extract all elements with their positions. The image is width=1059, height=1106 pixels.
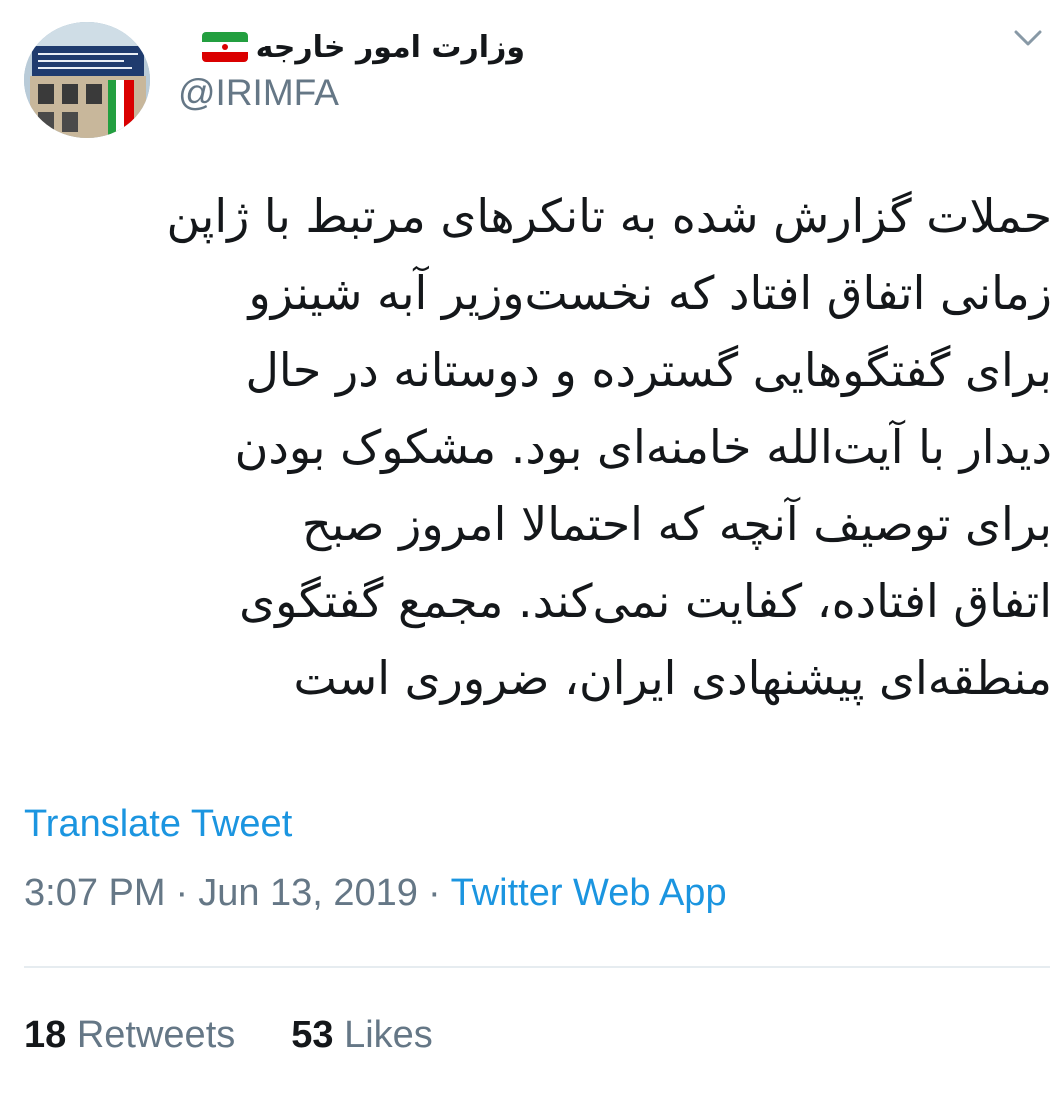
tweet-source-link[interactable]: Twitter Web App [451, 872, 727, 914]
tweet-line: دیدار با آیت‌الله خامنه‌ای بود. مشکوک بو… [234, 420, 1052, 474]
tweet-line: حملات گزارش شده به تانکرهای مرتبط با ژاپ… [166, 189, 1053, 243]
avatar-image [24, 22, 150, 138]
tweet-date[interactable]: Jun 13, 2019 [198, 872, 418, 914]
tweet-metadata: 3:07 PM · Jun 13, 2019 · Twitter Web App [24, 872, 727, 915]
divider [24, 966, 1050, 968]
avatar[interactable] [24, 22, 150, 138]
tweet-text: حملات گزارش شده به تانکرهای مرتبط با ژاپ… [22, 178, 1053, 717]
account-name-row[interactable]: وزارت امور خارجه [201, 22, 525, 72]
tweet-line: برای توصیف آنچه که احتمالا امروز صبح [301, 497, 1052, 551]
likes-label: Likes [344, 1014, 433, 1056]
tweet-line: اتفاق افتاده، کفایت نمی‌کند. مجمع گفتگوی [239, 574, 1052, 628]
retweets-stat[interactable]: 18 Retweets [24, 1014, 235, 1057]
tweet-time[interactable]: 3:07 PM [24, 872, 166, 914]
retweets-count: 18 [24, 1014, 67, 1056]
iran-flag-icon [201, 32, 248, 62]
likes-count: 53 [291, 1014, 334, 1056]
likes-stat[interactable]: 53 Likes [291, 1014, 433, 1057]
meta-separator: · [427, 872, 441, 914]
retweets-label: Retweets [76, 1014, 236, 1056]
meta-separator: · [175, 872, 189, 914]
account-handle[interactable]: @IRIMFA [178, 72, 339, 114]
translate-tweet-link[interactable]: Translate Tweet [24, 803, 292, 846]
tweet-stats: 18 Retweets 53 Likes [24, 1014, 433, 1057]
display-name[interactable]: وزارت امور خارجه [256, 30, 525, 65]
tweet-line: برای گفتگوهایی گسترده و دوستانه در حال [245, 343, 1052, 397]
chevron-down-icon[interactable] [1008, 22, 1048, 58]
tweet-line: زمانی اتفاق افتاد که نخست‌وزیر آبه شینزو [248, 266, 1052, 320]
tweet-line: منطقه‌ای پیشنهادی ایران، ضروری است [293, 651, 1052, 705]
